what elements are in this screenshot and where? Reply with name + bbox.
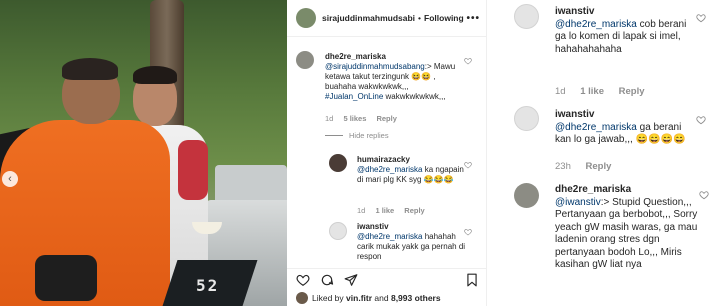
- hide-replies-label: Hide replies: [349, 131, 389, 140]
- heart-icon[interactable]: [296, 273, 310, 287]
- divider-line: [325, 135, 343, 136]
- separator-dot: •: [418, 13, 422, 23]
- avatar[interactable]: [296, 8, 316, 28]
- reply-button[interactable]: Reply: [586, 161, 612, 172]
- comment-time: 1d: [357, 206, 366, 215]
- avatar[interactable]: [514, 183, 539, 208]
- action-bar: [287, 268, 487, 290]
- comment-time: 1d: [325, 114, 334, 123]
- heart-icon[interactable]: [464, 161, 472, 169]
- comment-username[interactable]: iwanstiv: [555, 109, 594, 120]
- avatar[interactable]: [329, 154, 347, 172]
- red-sleeve: [178, 140, 208, 200]
- comment-body: humairazacky @dhe2re_mariska ka ngapain …: [357, 155, 465, 185]
- heart-icon[interactable]: [699, 190, 709, 200]
- mention-link[interactable]: @dhe2re_mariska: [555, 122, 637, 133]
- scale-display: 52: [196, 276, 220, 295]
- comment-username[interactable]: dhe2re_mariska: [555, 184, 631, 195]
- liked-count[interactable]: 8,993 others: [391, 293, 441, 303]
- avatar[interactable]: [514, 106, 539, 131]
- waist-bag: [35, 255, 97, 301]
- comment-likes[interactable]: 1 like: [580, 86, 604, 97]
- reply-button[interactable]: Reply: [376, 114, 396, 123]
- reply-button[interactable]: Reply: [619, 86, 645, 97]
- liked-prefix: Liked by: [312, 293, 344, 303]
- comment-likes[interactable]: 5 likes: [343, 114, 366, 123]
- comment-meta: 23h Reply: [555, 161, 611, 172]
- comment-text-tail: wakwkwkwkwk,,,: [383, 92, 446, 101]
- comment-username[interactable]: iwanstiv: [357, 222, 389, 231]
- comment-body: dhe2re_mariska @sirajuddinmahmudsabang:>…: [325, 52, 465, 102]
- comment-body: dhe2re_mariska @iwanstiv:> Stupid Questi…: [555, 184, 700, 272]
- avatar[interactable]: [296, 292, 308, 304]
- comment-likes[interactable]: 1 like: [375, 206, 394, 215]
- mention-link[interactable]: @dhe2re_mariska: [555, 19, 637, 30]
- comment-username[interactable]: humairazacky: [357, 155, 410, 164]
- more-icon[interactable]: •••: [466, 13, 480, 24]
- comment-meta: 1d 1 like Reply: [555, 86, 645, 97]
- comment-time: 1d: [555, 86, 566, 97]
- comment-body: iwanstiv @dhe2re_mariska ga berani kan l…: [555, 109, 695, 147]
- post-header: sirajuddinmahmudsabi • Following •••: [287, 0, 486, 37]
- comments-panel: sirajuddinmahmudsabi • Following ••• dhe…: [287, 0, 487, 306]
- man-hair-short: [62, 58, 118, 80]
- mention-link[interactable]: @iwanstiv: [555, 197, 601, 208]
- zoomed-comments-panel: iwanstiv @dhe2re_mariska cob berani ga l…: [489, 0, 720, 306]
- comment-body: iwanstiv @dhe2re_mariska hahahah carik m…: [357, 222, 467, 262]
- liked-user[interactable]: vin.fitr: [346, 293, 372, 303]
- mention-link[interactable]: @sirajuddinmahmudsabang: [325, 62, 425, 71]
- heart-icon[interactable]: [464, 57, 472, 65]
- comment-meta: 1d 1 like Reply: [357, 206, 425, 215]
- avatar[interactable]: [329, 222, 347, 240]
- avatar[interactable]: [296, 51, 314, 69]
- hashtag-link[interactable]: #Jualan_OnLine: [325, 92, 383, 101]
- reply-button[interactable]: Reply: [404, 206, 424, 215]
- heart-icon[interactable]: [464, 228, 472, 236]
- post-photo: 52 ‹: [0, 0, 287, 306]
- heart-icon[interactable]: [696, 13, 706, 23]
- mention-link[interactable]: @dhe2re_mariska: [357, 232, 422, 241]
- comment-username[interactable]: dhe2re_mariska: [325, 52, 386, 61]
- man-hair: [133, 66, 177, 84]
- comment-meta: 1d 5 likes Reply: [325, 114, 397, 123]
- comment-body: iwanstiv @dhe2re_mariska cob berani ga l…: [555, 6, 695, 56]
- mention-link[interactable]: @dhe2re_mariska: [357, 165, 422, 174]
- food-cart-top: [215, 165, 287, 205]
- comment-icon[interactable]: [320, 273, 334, 287]
- avatar[interactable]: [514, 4, 539, 29]
- heart-icon[interactable]: [696, 115, 706, 125]
- hide-replies-button[interactable]: Hide replies: [325, 131, 389, 140]
- liked-mid: and: [374, 293, 389, 303]
- post-author[interactable]: sirajuddinmahmudsabi: [322, 13, 415, 23]
- share-icon[interactable]: [344, 273, 358, 287]
- following-button[interactable]: Following: [424, 13, 464, 23]
- comment-time: 23h: [555, 161, 571, 172]
- comment-username[interactable]: iwanstiv: [555, 6, 594, 17]
- liked-by-line: Liked by vin.fitr and 8,993 others: [296, 292, 441, 304]
- bookmark-icon[interactable]: [465, 273, 479, 287]
- chevron-left-icon[interactable]: ‹: [2, 171, 18, 187]
